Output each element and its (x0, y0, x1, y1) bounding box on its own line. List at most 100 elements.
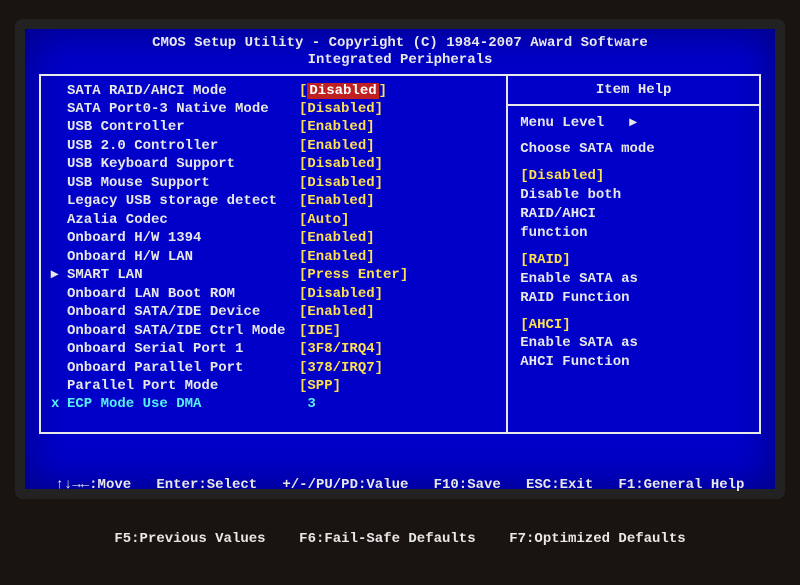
triangle-right-icon: ▸ (51, 266, 67, 284)
setting-label: SATA RAID/AHCI Mode (67, 82, 299, 100)
help-option-block: [AHCI]Enable SATA asAHCI Function (520, 316, 747, 373)
setting-label: USB Mouse Support (67, 174, 299, 192)
setting-value-text: Auto (307, 212, 341, 228)
setting-value-text: 378/IRQ7 (307, 360, 374, 376)
row-marker (51, 100, 67, 118)
help-option-line: Enable SATA as (520, 270, 747, 289)
setting-value[interactable]: [Enabled] (299, 303, 375, 321)
help-option-line: RAID/AHCI (520, 205, 747, 224)
header: CMOS Setup Utility - Copyright (C) 1984-… (39, 35, 761, 70)
row-marker (51, 211, 67, 229)
setting-value-text: Enabled (307, 193, 366, 209)
setting-row[interactable]: ▸SMART LAN[Press Enter] (51, 266, 502, 284)
help-option-block: [RAID]Enable SATA asRAID Function (520, 251, 747, 308)
setting-value[interactable]: [Disabled] (299, 174, 383, 192)
setting-row[interactable]: Azalia Codec[Auto] (51, 211, 502, 229)
row-marker (51, 192, 67, 210)
setting-value-text: Enabled (307, 230, 366, 246)
setting-value[interactable]: [SPP] (299, 377, 341, 395)
help-option-line: RAID Function (520, 289, 747, 308)
setting-value-text: SPP (307, 378, 332, 394)
row-marker (51, 118, 67, 136)
menu-level-row: Menu Level (520, 114, 747, 133)
setting-label: Azalia Codec (67, 211, 299, 229)
row-marker (51, 82, 67, 100)
setting-label: SMART LAN (67, 266, 299, 284)
row-marker (51, 229, 67, 247)
setting-value[interactable]: 3 (299, 395, 316, 413)
setting-value[interactable]: [378/IRQ7] (299, 359, 383, 377)
help-option-block: [Disabled]Disable bothRAID/AHCIfunction (520, 167, 747, 243)
setting-label: USB 2.0 Controller (67, 137, 299, 155)
setting-label: USB Controller (67, 118, 299, 136)
setting-value[interactable]: [Enabled] (299, 192, 375, 210)
setting-row[interactable]: Onboard H/W 1394[Enabled] (51, 229, 502, 247)
setting-value[interactable]: [Auto] (299, 211, 349, 229)
setting-row[interactable]: USB Controller[Enabled] (51, 118, 502, 136)
row-marker (51, 359, 67, 377)
help-option-line: Disable both (520, 186, 747, 205)
footer-line-2: F5:Previous Values F6:Fail-Safe Defaults… (39, 530, 761, 548)
setting-row[interactable]: Onboard SATA/IDE Device[Enabled] (51, 303, 502, 321)
setting-value-text: Disabled (307, 286, 374, 302)
setting-row[interactable]: Onboard Parallel Port[378/IRQ7] (51, 359, 502, 377)
help-title: Item Help (508, 76, 759, 106)
main-frame: SATA RAID/AHCI Mode[Disabled]SATA Port0-… (39, 74, 761, 434)
setting-value-text: 3F8/IRQ4 (307, 341, 374, 357)
footer-line-1: ↑↓→←:Move Enter:Select +/-/PU/PD:Value F… (39, 476, 761, 494)
setting-value-text: IDE (307, 323, 332, 339)
setting-row[interactable]: Onboard SATA/IDE Ctrl Mode[IDE] (51, 322, 502, 340)
menu-level-label: Menu Level (520, 115, 604, 131)
disabled-x-icon: x (51, 395, 67, 413)
help-option-head: [AHCI] (520, 316, 747, 335)
setting-label: Onboard H/W 1394 (67, 229, 299, 247)
setting-value[interactable]: [Disabled] (299, 285, 383, 303)
setting-row[interactable]: USB 2.0 Controller[Enabled] (51, 137, 502, 155)
setting-row[interactable]: SATA RAID/AHCI Mode[Disabled] (51, 82, 502, 100)
setting-label: Parallel Port Mode (67, 377, 299, 395)
setting-value-text: Disabled (307, 156, 374, 172)
setting-row[interactable]: Parallel Port Mode[SPP] (51, 377, 502, 395)
setting-value-text: Enabled (307, 304, 366, 320)
help-option-line: AHCI Function (520, 353, 747, 372)
setting-label: USB Keyboard Support (67, 155, 299, 173)
setting-row[interactable]: Onboard Serial Port 1[3F8/IRQ4] (51, 340, 502, 358)
setting-row[interactable]: SATA Port0-3 Native Mode[Disabled] (51, 100, 502, 118)
row-marker (51, 340, 67, 358)
setting-value[interactable]: [Disabled] (299, 100, 383, 118)
header-title-1: CMOS Setup Utility - Copyright (C) 1984-… (39, 35, 761, 53)
help-body: Menu Level Choose SATA mode [Disabled]Di… (508, 106, 759, 389)
row-marker (51, 174, 67, 192)
setting-value[interactable]: [3F8/IRQ4] (299, 340, 383, 358)
setting-value[interactable]: [Disabled] (299, 82, 387, 100)
header-title-2: Integrated Peripherals (39, 52, 761, 70)
help-option-line: Enable SATA as (520, 334, 747, 353)
setting-row[interactable]: USB Mouse Support[Disabled] (51, 174, 502, 192)
setting-label: Onboard Parallel Port (67, 359, 299, 377)
setting-label: Onboard SATA/IDE Device (67, 303, 299, 321)
setting-row[interactable]: USB Keyboard Support[Disabled] (51, 155, 502, 173)
chevron-right-icon (630, 115, 637, 131)
setting-value-text: Disabled (307, 175, 374, 191)
setting-value[interactable]: [IDE] (299, 322, 341, 340)
setting-row[interactable]: Legacy USB storage detect[Enabled] (51, 192, 502, 210)
setting-row[interactable]: Onboard H/W LAN[Enabled] (51, 248, 502, 266)
setting-value[interactable]: [Enabled] (299, 137, 375, 155)
setting-value[interactable]: [Enabled] (299, 248, 375, 266)
setting-label: ECP Mode Use DMA (67, 395, 299, 413)
setting-value-text: Disabled (307, 83, 378, 99)
settings-pane[interactable]: SATA RAID/AHCI Mode[Disabled]SATA Port0-… (41, 76, 508, 432)
help-desc: Choose SATA mode (520, 140, 747, 159)
setting-value-text: Enabled (307, 249, 366, 265)
row-marker (51, 303, 67, 321)
setting-row[interactable]: xECP Mode Use DMA 3 (51, 395, 502, 413)
row-marker (51, 137, 67, 155)
setting-value[interactable]: [Enabled] (299, 118, 375, 136)
help-option-head: [RAID] (520, 251, 747, 270)
setting-value[interactable]: [Disabled] (299, 155, 383, 173)
setting-label: Onboard H/W LAN (67, 248, 299, 266)
setting-value[interactable]: [Press Enter] (299, 266, 408, 284)
setting-label: Onboard Serial Port 1 (67, 340, 299, 358)
setting-value[interactable]: [Enabled] (299, 229, 375, 247)
setting-row[interactable]: Onboard LAN Boot ROM[Disabled] (51, 285, 502, 303)
